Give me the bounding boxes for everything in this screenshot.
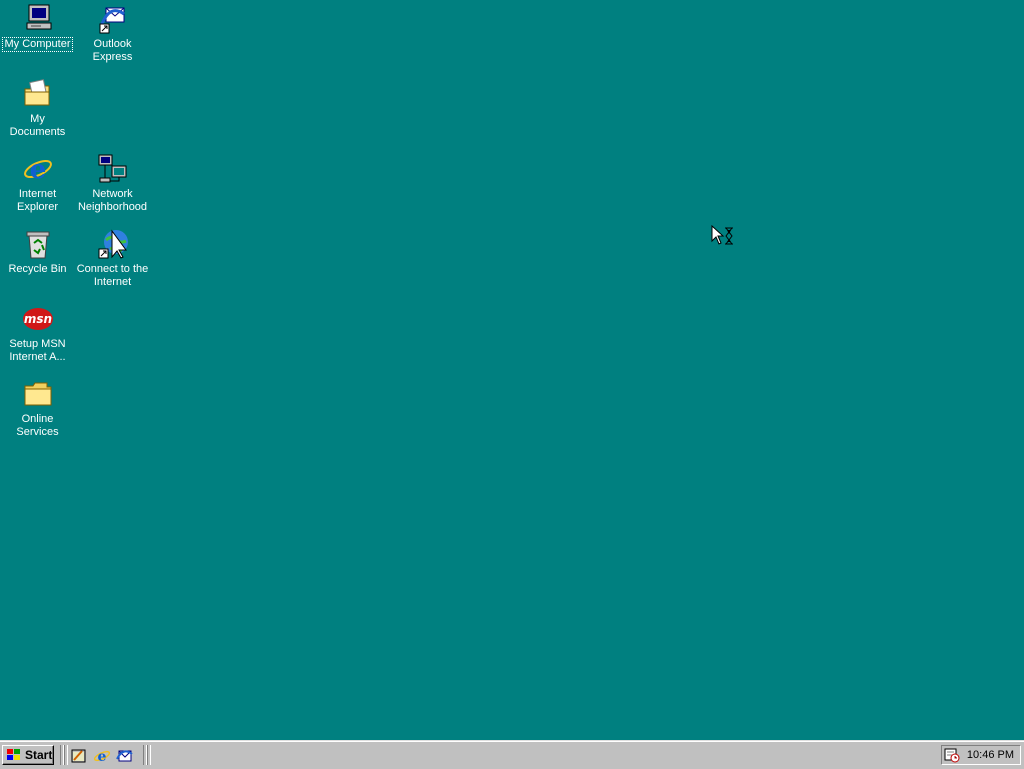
my-computer-icon bbox=[21, 2, 55, 36]
taskbar-separator bbox=[147, 745, 151, 765]
desktop-icon-label: Internet Explorer bbox=[17, 188, 58, 213]
outlook-express-icon[interactable] bbox=[116, 747, 134, 765]
svg-text:e: e bbox=[29, 155, 46, 185]
system-tray: 10:46 PM bbox=[941, 745, 1021, 765]
desktop-icon-label: Setup MSN Internet A... bbox=[9, 338, 66, 363]
show-desktop-icon[interactable] bbox=[70, 747, 88, 765]
taskbar: Start e 10:46 PM bbox=[0, 740, 1024, 769]
busy-cursor-icon bbox=[711, 224, 737, 247]
desktop-icon-label: My Documents bbox=[9, 113, 66, 138]
desktop-icon-label: Outlook Express bbox=[92, 38, 133, 63]
msn-icon: msn bbox=[21, 302, 55, 336]
desktop-icon-connect-internet[interactable]: Connect to the Internet bbox=[75, 227, 150, 289]
taskbar-separator bbox=[64, 745, 68, 765]
desktop[interactable]: My Computer Outlook Express My Documents… bbox=[0, 0, 1024, 740]
outlook-express-icon bbox=[96, 2, 130, 36]
desktop-icon-online-services[interactable]: Online Services bbox=[0, 377, 75, 439]
start-label: Start bbox=[25, 748, 53, 762]
desktop-icon-recycle-bin[interactable]: Recycle Bin bbox=[0, 227, 75, 276]
desktop-icon-label: Network Neighborhood bbox=[77, 188, 148, 213]
connect-wizard-icon bbox=[96, 227, 130, 261]
desktop-icon-label: Online Services bbox=[16, 413, 59, 438]
desktop-icon-network-neighborhood[interactable]: Network Neighborhood bbox=[75, 152, 150, 214]
svg-text:e: e bbox=[98, 749, 107, 765]
desktop-icon-internet-explorer[interactable]: e Internet Explorer bbox=[0, 152, 75, 214]
internet-explorer-icon: e bbox=[21, 152, 55, 186]
folder-icon bbox=[21, 377, 55, 411]
recycle-bin-icon bbox=[21, 227, 55, 261]
desktop-icon-label: Connect to the Internet bbox=[76, 263, 149, 288]
desktop-icon-my-computer[interactable]: My Computer bbox=[0, 2, 75, 52]
windows-logo-icon bbox=[7, 749, 20, 760]
desktop-icon-label: My Computer bbox=[2, 37, 73, 52]
desktop-icon-my-documents[interactable]: My Documents bbox=[0, 77, 75, 139]
desktop-icon-outlook-express[interactable]: Outlook Express bbox=[75, 2, 150, 64]
folder-documents-icon bbox=[21, 77, 55, 111]
task-scheduler-icon[interactable] bbox=[944, 747, 960, 763]
network-computers-icon bbox=[96, 152, 130, 186]
start-button[interactable]: Start bbox=[2, 745, 54, 765]
clock[interactable]: 10:46 PM bbox=[967, 749, 1014, 761]
svg-text:msn: msn bbox=[23, 312, 51, 326]
internet-explorer-icon[interactable]: e bbox=[93, 747, 111, 765]
desktop-icon-label: Recycle Bin bbox=[8, 263, 67, 275]
desktop-icon-setup-msn[interactable]: msn Setup MSN Internet A... bbox=[0, 302, 75, 364]
